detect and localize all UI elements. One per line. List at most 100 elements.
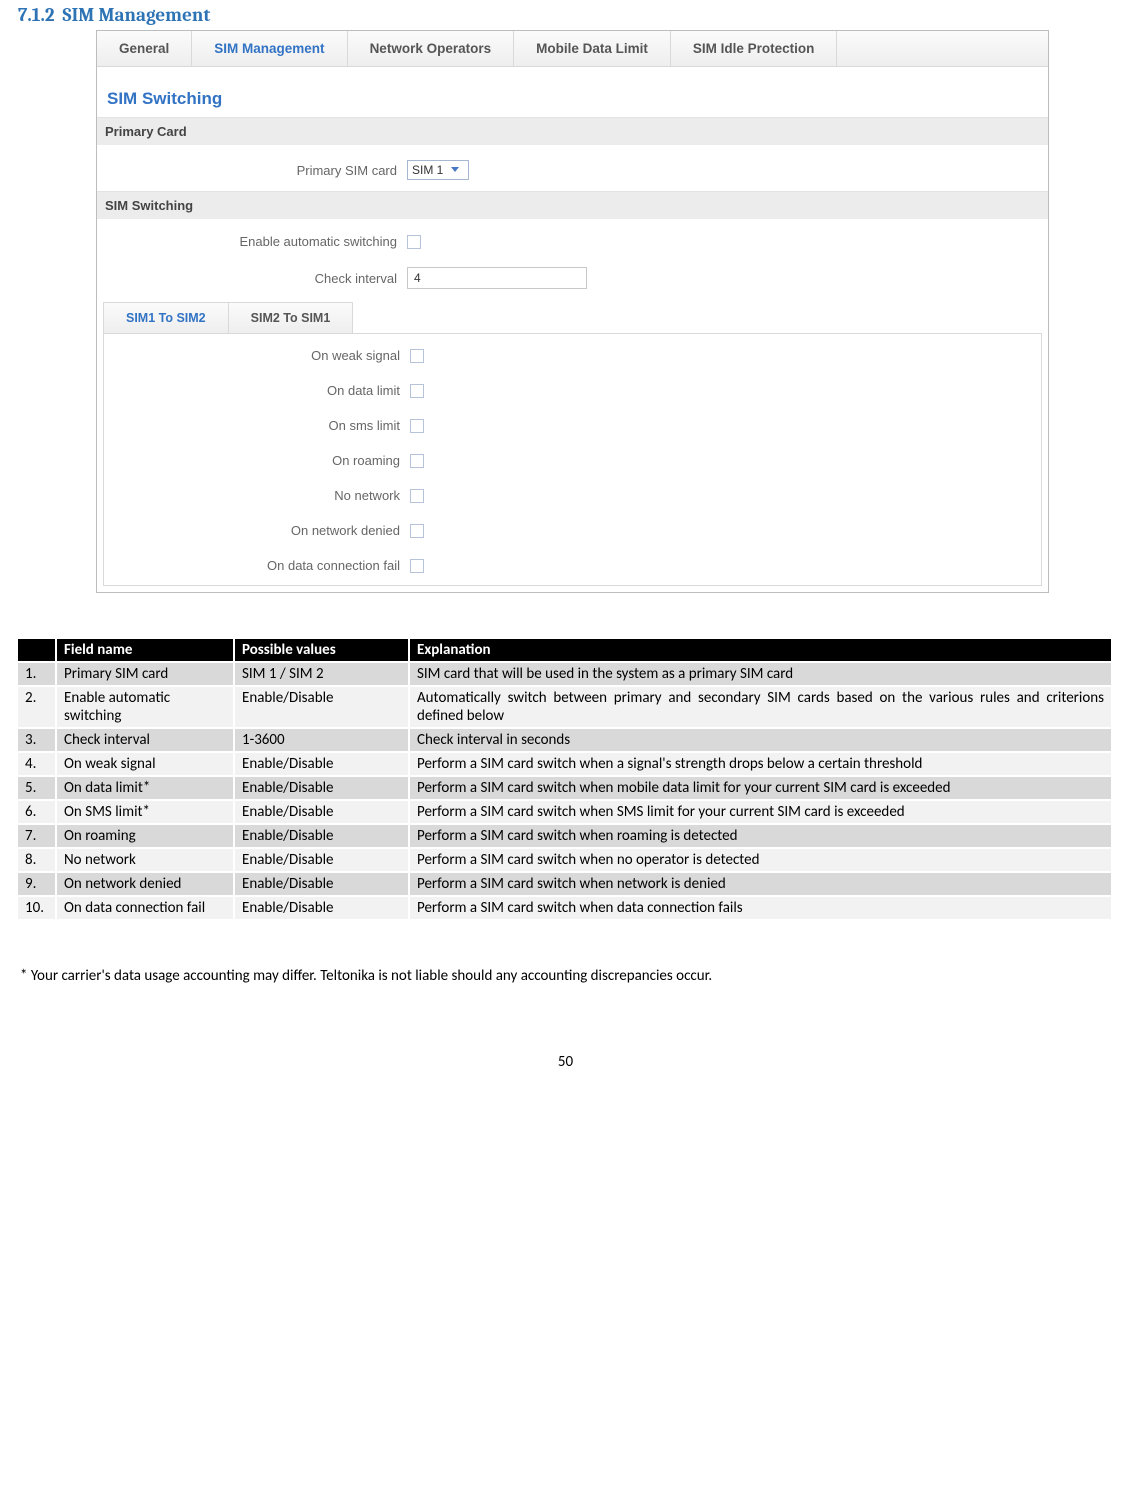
check-interval-input[interactable]: [407, 267, 587, 289]
table-row: 3.Check interval1-3600Check interval in …: [18, 728, 1112, 752]
table-row: 2.Enable automatic switchingEnable/Disab…: [18, 686, 1112, 728]
td-field: On network denied: [56, 872, 234, 896]
fields-table: Field name Possible values Explanation 1…: [18, 639, 1113, 921]
td-explanation: Automatically switch between primary and…: [409, 686, 1112, 728]
td-values: Enable/Disable: [234, 896, 409, 920]
tab-sim-management[interactable]: SIM Management: [192, 31, 347, 66]
section-heading: 7.1.2 SIM Management: [18, 4, 1113, 26]
cond-network-denied-row: On network denied: [104, 519, 1041, 542]
table-row: 5.On data limit*Enable/DisablePerform a …: [18, 776, 1112, 800]
td-num: 4.: [18, 752, 56, 776]
td-field: On SMS limit*: [56, 800, 234, 824]
td-num: 3.: [18, 728, 56, 752]
td-values: Enable/Disable: [234, 824, 409, 848]
td-num: 9.: [18, 872, 56, 896]
tab-general[interactable]: General: [97, 31, 192, 66]
table-row: 9.On network deniedEnable/DisablePerform…: [18, 872, 1112, 896]
th-field: Field name: [56, 639, 234, 662]
td-values: Enable/Disable: [234, 800, 409, 824]
cond-data-conn-fail-row: On data connection fail: [104, 554, 1041, 577]
td-field: On data limit*: [56, 776, 234, 800]
table-row: 7.On roamingEnable/DisablePerform a SIM …: [18, 824, 1112, 848]
td-values: Enable/Disable: [234, 686, 409, 728]
th-num: [18, 639, 56, 662]
enable-auto-switch-row: Enable automatic switching: [97, 225, 1048, 258]
td-explanation: SIM card that will be used in the system…: [409, 662, 1112, 686]
primary-card-bar: Primary Card: [97, 117, 1048, 145]
th-values: Possible values: [234, 639, 409, 662]
td-num: 10.: [18, 896, 56, 920]
sub-tab-body: On weak signal On data limit On sms limi…: [103, 334, 1042, 586]
cond-network-denied-label: On network denied: [104, 523, 410, 538]
cond-weak-signal-checkbox[interactable]: [410, 349, 424, 363]
td-field: Check interval: [56, 728, 234, 752]
td-explanation: Perform a SIM card switch when roaming i…: [409, 824, 1112, 848]
sub-tabs: SIM1 To SIM2 SIM2 To SIM1: [103, 302, 1042, 334]
cond-sms-limit-row: On sms limit: [104, 414, 1041, 437]
td-field: No network: [56, 848, 234, 872]
td-values: Enable/Disable: [234, 848, 409, 872]
cond-data-conn-fail-label: On data connection fail: [104, 558, 410, 573]
td-values: Enable/Disable: [234, 872, 409, 896]
td-num: 8.: [18, 848, 56, 872]
td-num: 2.: [18, 686, 56, 728]
td-field: On weak signal: [56, 752, 234, 776]
td-explanation: Perform a SIM card switch when SMS limit…: [409, 800, 1112, 824]
section-title: SIM Management: [62, 4, 210, 26]
table-row: 6.On SMS limit*Enable/DisablePerform a S…: [18, 800, 1112, 824]
primary-sim-row: Primary SIM card SIM 1: [97, 151, 1048, 189]
page-number: 50: [18, 1053, 1113, 1071]
enable-auto-switch-checkbox[interactable]: [407, 235, 421, 249]
cond-weak-signal-label: On weak signal: [104, 348, 410, 363]
footnote: * Your carrier's data usage accounting m…: [18, 967, 1113, 985]
cond-roaming-row: On roaming: [104, 449, 1041, 472]
table-row: 4.On weak signalEnable/DisablePerform a …: [18, 752, 1112, 776]
tab-sim-idle-protection[interactable]: SIM Idle Protection: [671, 31, 838, 66]
tab-mobile-data-limit[interactable]: Mobile Data Limit: [514, 31, 671, 66]
primary-sim-value: SIM 1: [412, 163, 443, 177]
cond-weak-signal-row: On weak signal: [104, 344, 1041, 367]
td-explanation: Perform a SIM card switch when mobile da…: [409, 776, 1112, 800]
check-interval-row: Check interval: [97, 258, 1048, 298]
cond-data-conn-fail-checkbox[interactable]: [410, 559, 424, 573]
cond-no-network-row: No network: [104, 484, 1041, 507]
cond-network-denied-checkbox[interactable]: [410, 524, 424, 538]
section-number: 7.1.2: [18, 4, 54, 26]
td-explanation: Perform a SIM card switch when a signal'…: [409, 752, 1112, 776]
primary-sim-label: Primary SIM card: [97, 163, 407, 178]
table-row: 8.No networkEnable/DisablePerform a SIM …: [18, 848, 1112, 872]
chevron-down-icon: [451, 165, 461, 175]
tab-sim1-to-sim2[interactable]: SIM1 To SIM2: [103, 302, 229, 333]
td-values: Enable/Disable: [234, 776, 409, 800]
td-field: On roaming: [56, 824, 234, 848]
check-interval-label: Check interval: [97, 271, 407, 286]
cond-data-limit-checkbox[interactable]: [410, 384, 424, 398]
cond-no-network-checkbox[interactable]: [410, 489, 424, 503]
primary-sim-select[interactable]: SIM 1: [407, 160, 469, 180]
tab-network-operators[interactable]: Network Operators: [348, 31, 515, 66]
cond-data-limit-label: On data limit: [104, 383, 410, 398]
sim-switching-bar: SIM Switching: [97, 191, 1048, 219]
enable-auto-switch-label: Enable automatic switching: [97, 234, 407, 249]
cond-roaming-checkbox[interactable]: [410, 454, 424, 468]
cond-sms-limit-label: On sms limit: [104, 418, 410, 433]
td-explanation: Perform a SIM card switch when no operat…: [409, 848, 1112, 872]
cond-sms-limit-checkbox[interactable]: [410, 419, 424, 433]
td-num: 5.: [18, 776, 56, 800]
td-values: Enable/Disable: [234, 752, 409, 776]
td-explanation: Check interval in seconds: [409, 728, 1112, 752]
sim-switching-title: SIM Switching: [97, 67, 1048, 115]
main-tabs: General SIM Management Network Operators…: [97, 31, 1048, 67]
td-field: On data connection fail: [56, 896, 234, 920]
td-explanation: Perform a SIM card switch when data conn…: [409, 896, 1112, 920]
td-num: 7.: [18, 824, 56, 848]
cond-data-limit-row: On data limit: [104, 379, 1041, 402]
cond-no-network-label: No network: [104, 488, 410, 503]
tab-sim2-to-sim1[interactable]: SIM2 To SIM1: [229, 302, 354, 333]
td-field: Primary SIM card: [56, 662, 234, 686]
table-row: 1.Primary SIM cardSIM 1 / SIM 2SIM card …: [18, 662, 1112, 686]
th-explanation: Explanation: [409, 639, 1112, 662]
td-num: 6.: [18, 800, 56, 824]
td-values: 1-3600: [234, 728, 409, 752]
td-explanation: Perform a SIM card switch when network i…: [409, 872, 1112, 896]
